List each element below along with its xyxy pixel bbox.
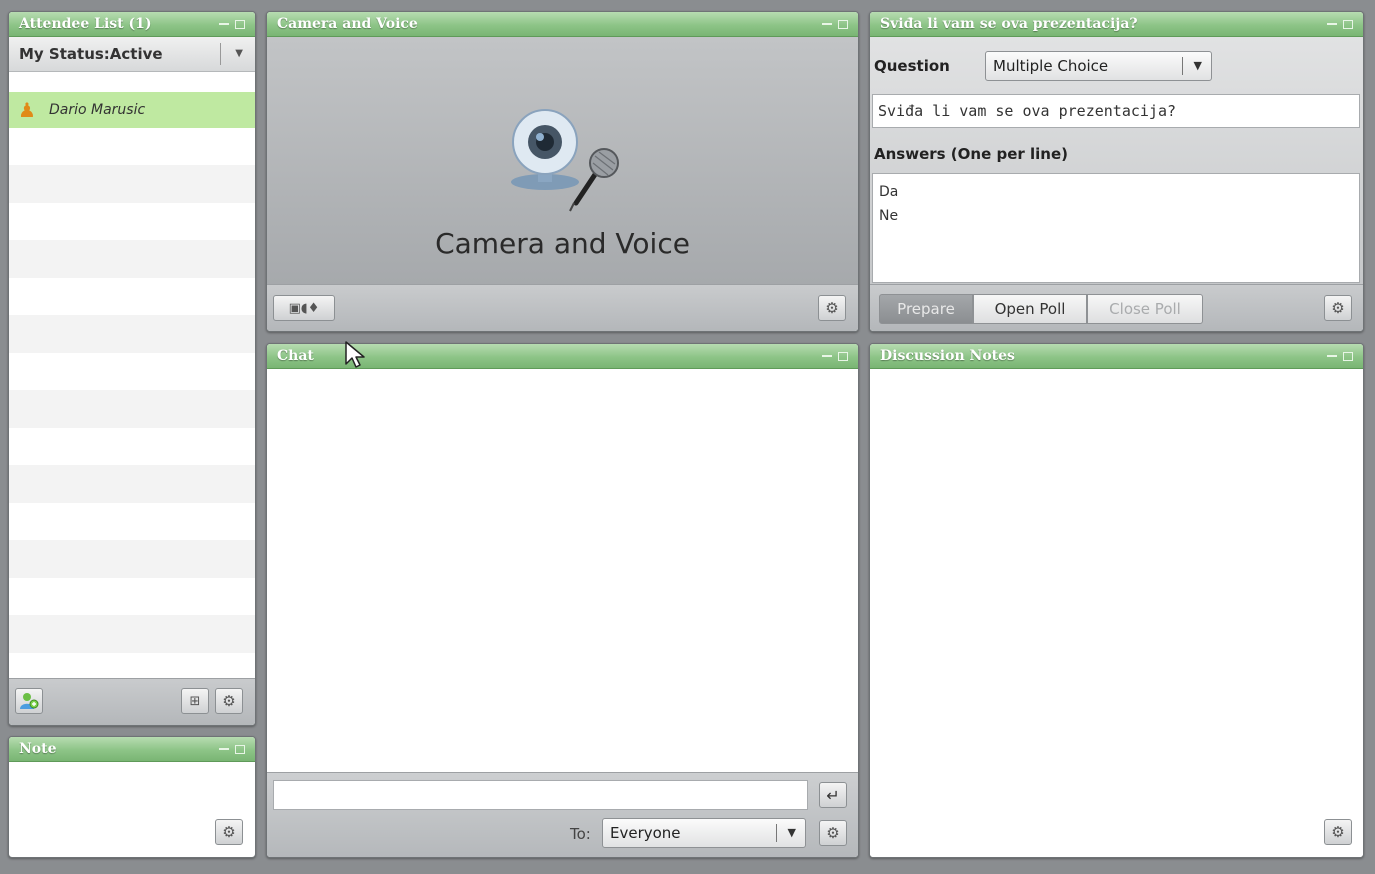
attendee-list-pod: Attendee List (1) My Status:Active ▼ ♟ D… bbox=[8, 11, 256, 726]
camera-area: Camera and Voice bbox=[267, 37, 858, 285]
dropdown-separator bbox=[776, 824, 777, 842]
notes-window-controls bbox=[1327, 349, 1353, 363]
recipient-value: Everyone bbox=[610, 824, 681, 842]
chat-window-controls bbox=[822, 349, 848, 363]
minimize-icon[interactable] bbox=[1327, 23, 1337, 25]
chevron-down-icon[interactable]: ▼ bbox=[235, 37, 243, 71]
poll-footer: Prepare Open Poll Close Poll ⚙ bbox=[870, 284, 1363, 331]
open-poll-button[interactable]: Open Poll bbox=[973, 294, 1087, 324]
my-status-label: My Status:Active bbox=[19, 45, 163, 63]
camera-voice-pod: Camera and Voice Camera and Voice ▣◖♦ ⚙ bbox=[266, 11, 859, 332]
maximize-icon[interactable] bbox=[838, 351, 848, 361]
dropdown-separator bbox=[1182, 57, 1183, 75]
chat-settings-button[interactable]: ⚙ bbox=[819, 820, 847, 846]
answers-label: Answers (One per line) bbox=[874, 145, 1068, 163]
maximize-icon[interactable] bbox=[235, 19, 245, 29]
discussion-notes-area[interactable] bbox=[870, 369, 1363, 857]
user-icon: ♟ bbox=[18, 98, 36, 122]
note-window-controls bbox=[219, 742, 245, 756]
chevron-down-icon: ▼ bbox=[787, 826, 796, 839]
maximize-icon[interactable] bbox=[235, 744, 245, 754]
attendee-list-area bbox=[9, 128, 255, 679]
question-label: Question bbox=[874, 57, 950, 75]
dropdown-separator bbox=[220, 43, 221, 65]
to-label: To: bbox=[570, 825, 591, 843]
answers-textarea[interactable]: Da Ne bbox=[872, 173, 1360, 283]
maximize-icon[interactable] bbox=[1343, 351, 1353, 361]
camera-window-controls bbox=[822, 17, 848, 31]
add-user-button[interactable] bbox=[15, 688, 43, 714]
chevron-down-icon: ▼ bbox=[1193, 59, 1202, 72]
settings-button[interactable]: ⚙ bbox=[215, 688, 243, 714]
question-type-select[interactable]: Multiple Choice ▼ bbox=[985, 51, 1212, 81]
answer-line: Ne bbox=[879, 208, 899, 224]
recipient-select[interactable]: Everyone ▼ bbox=[602, 818, 806, 848]
my-status-dropdown[interactable]: My Status:Active ▼ bbox=[9, 37, 255, 72]
camera-voice-label: Camera and Voice bbox=[435, 227, 690, 260]
question-type-value: Multiple Choice bbox=[993, 57, 1109, 75]
maximize-icon[interactable] bbox=[1343, 19, 1353, 29]
add-user-icon bbox=[20, 693, 39, 709]
maximize-icon[interactable] bbox=[838, 19, 848, 29]
poll-window-controls bbox=[1327, 17, 1353, 31]
microphone-icon bbox=[569, 148, 619, 212]
gear-icon: ⚙ bbox=[1331, 823, 1345, 841]
notes-settings-button[interactable]: ⚙ bbox=[1324, 819, 1352, 845]
attendee-window-controls bbox=[219, 17, 245, 31]
poll-body: Question Multiple Choice ▼ Sviđa li vam … bbox=[870, 37, 1363, 285]
discussion-notes-pod: Discussion Notes ⚙ bbox=[869, 343, 1364, 858]
layout-button[interactable]: ⊞ bbox=[181, 688, 209, 714]
chat-messages-area bbox=[267, 369, 858, 773]
chat-message-input[interactable] bbox=[273, 780, 808, 810]
camera-voice-title: Camera and Voice bbox=[267, 12, 858, 37]
poll-title: Sviđa li vam se ova prezentacija? bbox=[870, 12, 1363, 37]
poll-pod: Sviđa li vam se ova prezentacija? Questi… bbox=[869, 11, 1364, 332]
minimize-icon[interactable] bbox=[219, 748, 229, 750]
minimize-icon[interactable] bbox=[822, 355, 832, 357]
return-icon: ↵ bbox=[826, 785, 840, 805]
webcam-small-icon: ▣◖♦ bbox=[288, 300, 320, 316]
camera-footer: ▣◖♦ ⚙ bbox=[267, 284, 858, 331]
note-pod: Note ⚙ bbox=[8, 736, 256, 858]
prepare-button[interactable]: Prepare bbox=[879, 294, 973, 324]
attendee-footer: ⊞ ⚙ bbox=[9, 678, 255, 725]
poll-settings-button[interactable]: ⚙ bbox=[1324, 295, 1352, 321]
gear-icon: ⚙ bbox=[1331, 299, 1345, 317]
gear-icon: ⚙ bbox=[222, 823, 236, 841]
camera-voice-toggle-button[interactable]: ▣◖♦ bbox=[273, 295, 335, 321]
send-message-button[interactable]: ↵ bbox=[819, 782, 847, 808]
minimize-icon[interactable] bbox=[219, 23, 229, 25]
attendee-row[interactable]: ♟ Dario Marusic bbox=[9, 92, 255, 128]
close-poll-button[interactable]: Close Poll bbox=[1087, 294, 1203, 324]
gear-icon: ⚙ bbox=[222, 692, 236, 710]
gear-icon: ⚙ bbox=[826, 824, 840, 842]
camera-settings-button[interactable]: ⚙ bbox=[818, 295, 846, 321]
question-text-input[interactable]: Sviđa li vam se ova prezentacija? bbox=[872, 94, 1360, 128]
note-settings-button[interactable]: ⚙ bbox=[215, 819, 243, 845]
chat-input-area: ↵ To: Everyone ▼ ⚙ bbox=[267, 772, 858, 857]
mouse-cursor-icon bbox=[345, 341, 365, 368]
chat-pod: Chat ↵ To: Everyone ▼ ⚙ bbox=[266, 343, 859, 858]
attendee-name: Dario Marusic bbox=[49, 102, 146, 118]
grid-icon: ⊞ bbox=[189, 693, 201, 709]
question-text: Sviđa li vam se ova prezentacija? bbox=[878, 102, 1177, 120]
discussion-notes-title: Discussion Notes bbox=[870, 344, 1363, 369]
answer-line: Da bbox=[879, 184, 899, 200]
gear-icon: ⚙ bbox=[825, 299, 839, 317]
minimize-icon[interactable] bbox=[1327, 355, 1337, 357]
minimize-icon[interactable] bbox=[822, 23, 832, 25]
